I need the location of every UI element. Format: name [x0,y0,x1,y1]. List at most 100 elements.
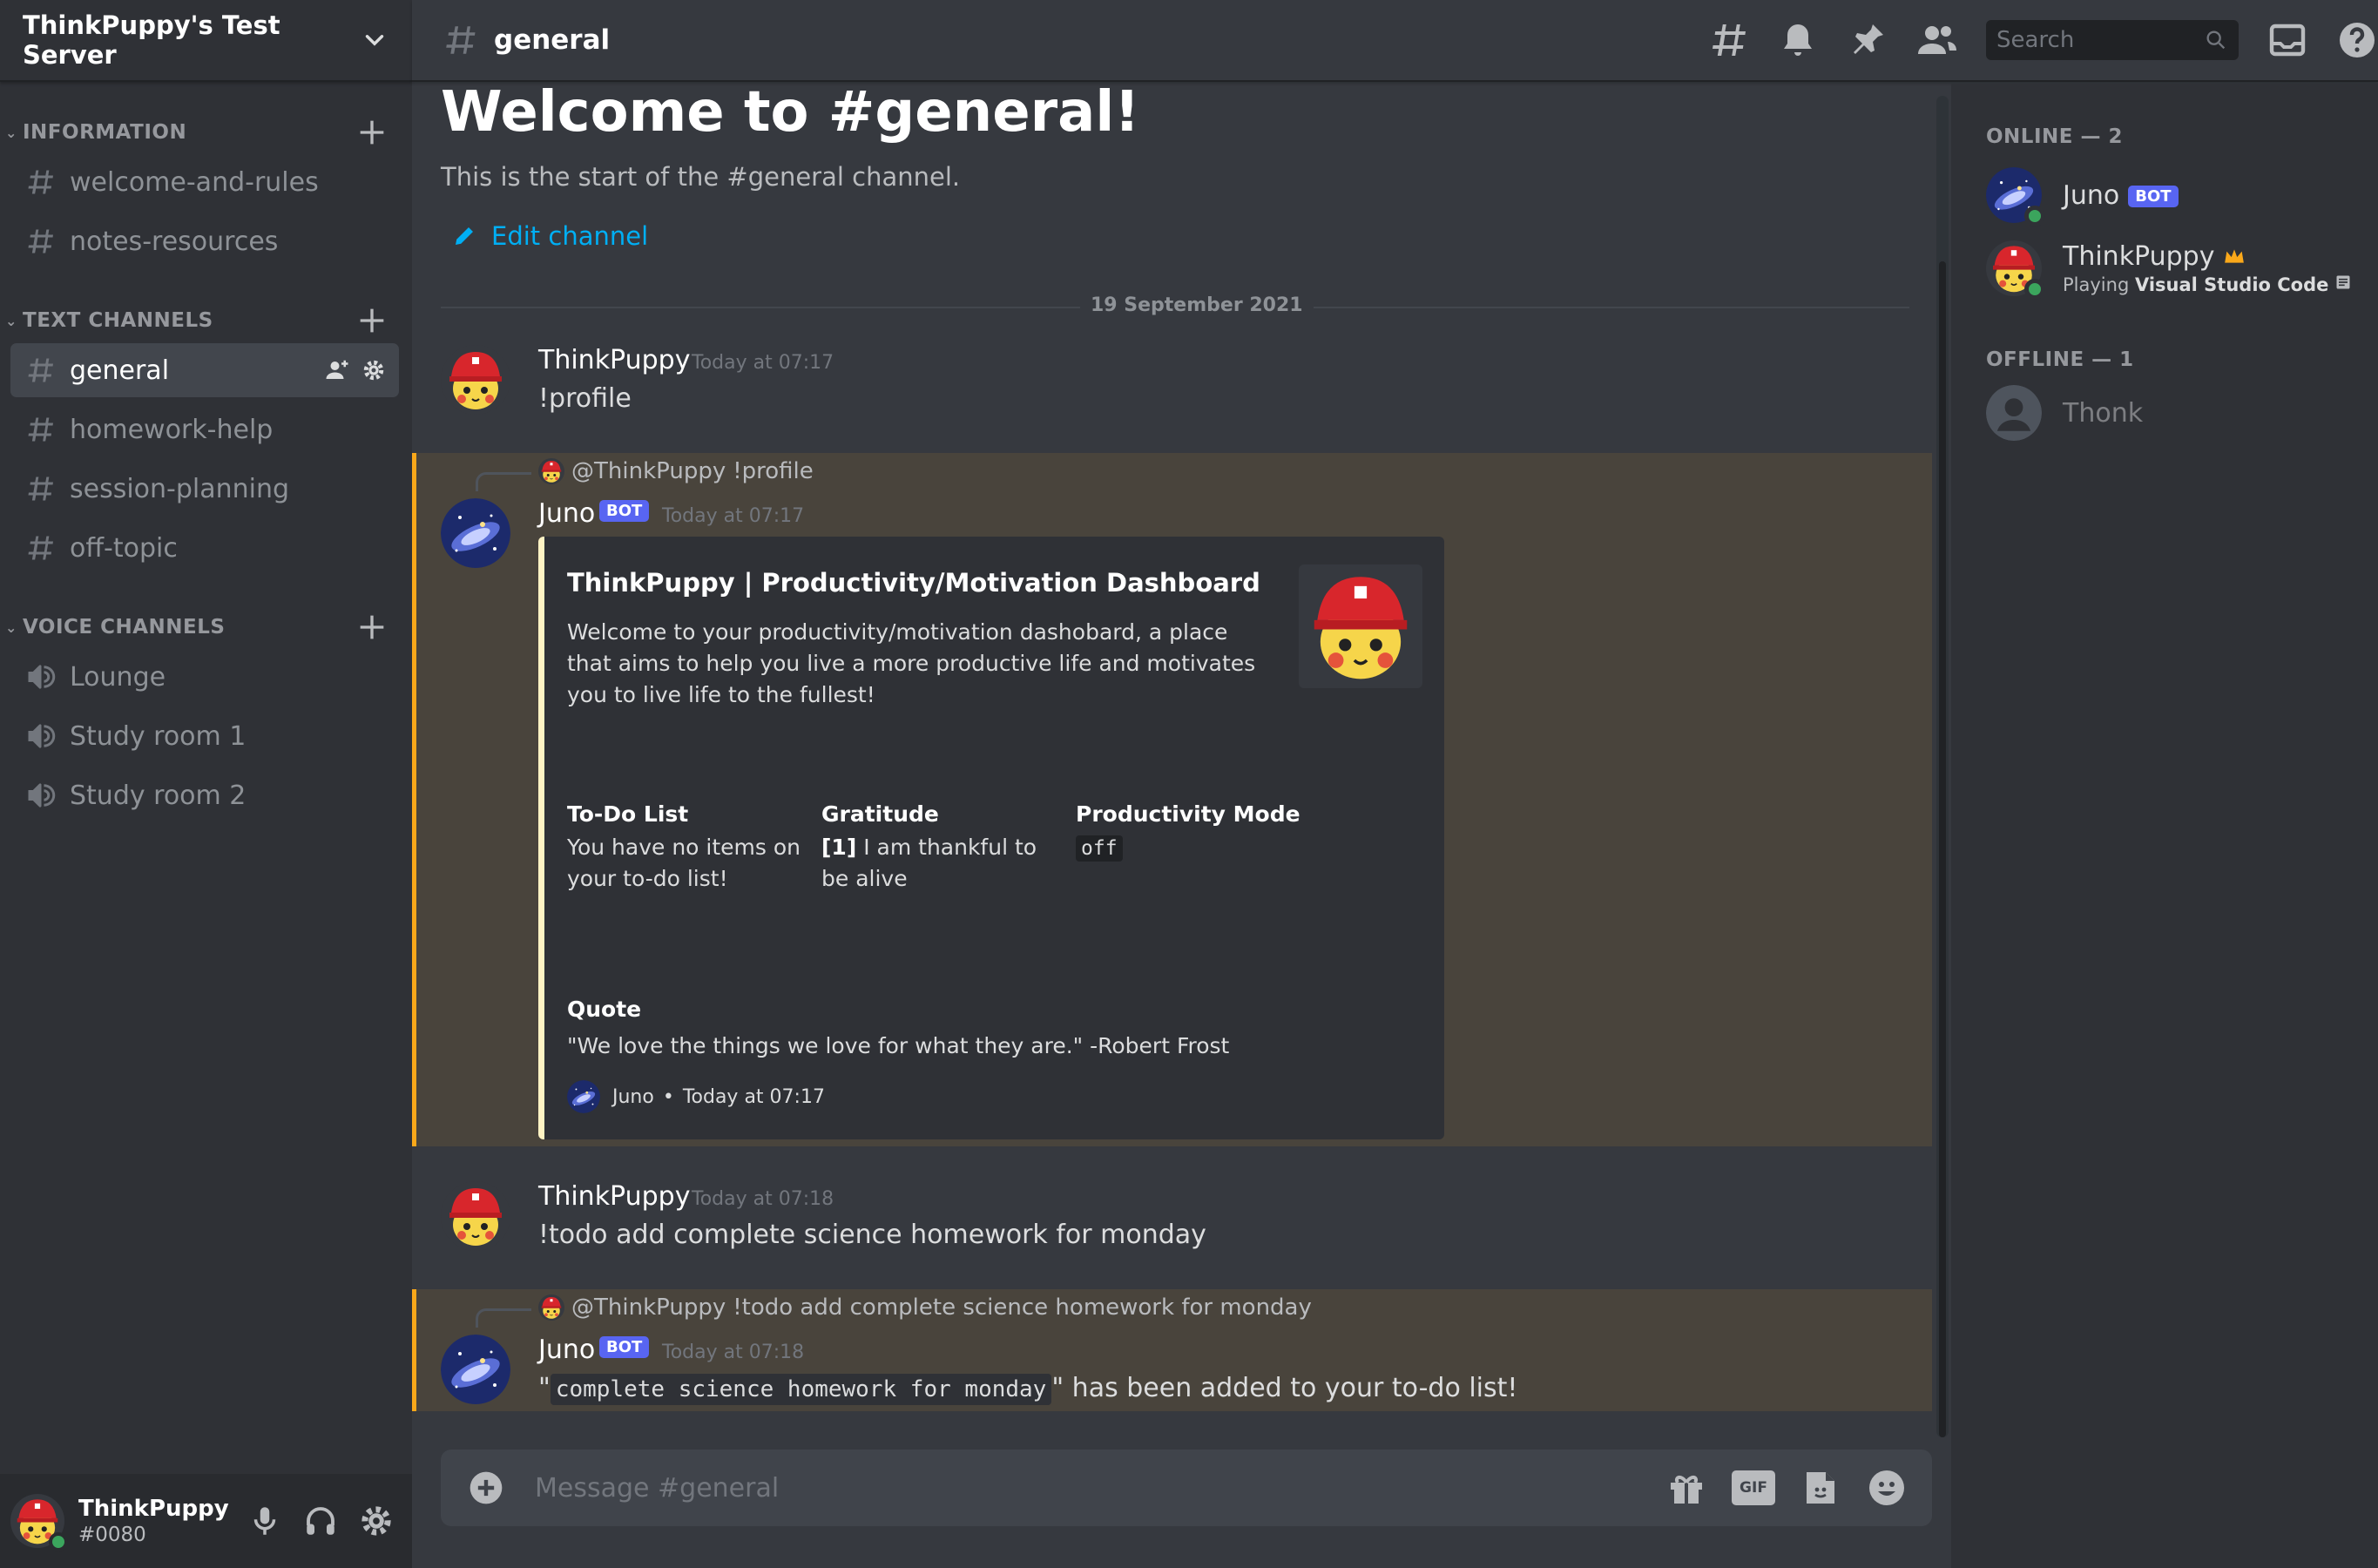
footer-author: Juno [612,1085,654,1108]
online-status-dot [2024,206,2045,226]
category-label: VOICE CHANNELS [23,616,226,639]
channel-session-planning[interactable]: session-planning [10,462,399,516]
hash-icon [24,355,56,386]
user-settings-gear-icon[interactable] [358,1503,395,1539]
avatar[interactable] [441,498,510,568]
todo-item-code: complete science homework for monday [550,1374,1052,1405]
threads-icon[interactable] [1707,19,1749,61]
avatar[interactable] [10,1494,68,1551]
headphones-icon[interactable] [302,1503,339,1539]
search-icon [2206,30,2226,50]
channel-welcome-and-rules[interactable]: welcome-and-rules [10,155,399,209]
message-timestamp: Today at 07:18 [692,1188,834,1210]
channel-settings-gear-icon[interactable] [361,357,387,383]
category-voice-channels[interactable]: ⌄ VOICE CHANNELS [0,610,412,645]
notification-bell-icon[interactable] [1777,19,1819,61]
embed-thumbnail[interactable] [1299,564,1422,688]
online-status-dot [49,1532,68,1551]
create-channel-plus-icon[interactable] [355,610,389,645]
avatar[interactable] [441,1335,510,1404]
member-thinkpuppy[interactable]: ThinkPuppy Playing Visual Studio Code [1986,240,2352,300]
embed-field-gratitude: Gratitude [1] I am thankful to be alive [821,801,1065,895]
speaker-icon [24,780,56,811]
embed-footer: Juno • Today at 07:17 [567,1080,825,1113]
search-placeholder: Search [1996,27,2075,53]
field-name: Gratitude [821,801,939,827]
message-text: " complete science homework for monday " h… [538,1373,1518,1405]
embed-title: ThinkPuppy | Productivity/Motivation Das… [567,568,1260,598]
create-channel-plus-icon[interactable] [355,303,389,338]
reply-preview[interactable]: @ThinkPuppy !todo add complete science h… [538,1294,1312,1321]
message-author[interactable]: ThinkPuppy [538,1181,690,1212]
mode-code: off [1076,835,1123,862]
caret-down-icon: ⌄ [5,312,17,329]
bot-badge: BOT [599,500,650,522]
gratitude-index: [1] [821,835,857,860]
edit-channel-link[interactable]: Edit channel [451,221,648,251]
pin-icon[interactable] [1847,19,1888,61]
sticker-icon[interactable] [1800,1467,1841,1509]
footer-avatar [567,1080,600,1113]
member-thonk[interactable]: Thonk [1986,385,2143,441]
edit-channel-label: Edit channel [491,221,649,251]
avatar[interactable] [441,345,510,415]
channel-label: session-planning [70,473,290,504]
speaker-icon [24,720,56,752]
member-juno[interactable]: Juno BOT [1986,167,2179,226]
hash-icon [24,532,56,564]
message-text-after: " has been added to your to-do list! [1051,1373,1518,1403]
reply-spine [476,472,531,491]
footer-separator: • [662,1085,674,1108]
gif-button[interactable]: GIF [1732,1470,1775,1505]
search-box[interactable]: Search [1986,20,2239,60]
message-input[interactable]: Message #general [535,1473,1665,1504]
member-list-icon[interactable] [1916,19,1958,61]
message-timestamp: Today at 07:18 [662,1342,805,1363]
reply-preview[interactable]: @ThinkPuppy !profile [538,458,814,484]
caret-down-icon: ⌄ [5,618,17,636]
message-composer[interactable]: Message #general GIF [441,1450,1932,1526]
pencil-icon [456,227,473,245]
message-author[interactable]: ThinkPuppy [538,345,690,375]
member-name-text: Juno [2063,179,2120,211]
invite-user-icon[interactable] [324,357,350,383]
category-label: TEXT CHANNELS [23,309,213,332]
scrollbar-thumb[interactable] [1939,261,1946,1437]
voice-channel-lounge[interactable]: Lounge [10,650,399,704]
message-author[interactable]: Juno [538,498,595,529]
help-icon[interactable] [2336,19,2378,61]
category-information[interactable]: ⌄ INFORMATION [0,115,412,150]
field-name: To-Do List [567,801,689,827]
reply-spine [476,1308,531,1328]
emoji-icon[interactable] [1866,1467,1908,1509]
create-channel-plus-icon[interactable] [355,115,389,150]
channel-label: Study room 1 [70,720,247,752]
avatar[interactable] [441,1181,510,1251]
hash-icon [442,22,478,58]
server-name: ThinkPuppy's Test Server [23,10,280,70]
channel-sidebar: ThinkPuppy's Test Server ⌄ INFORMATION w… [0,0,412,1568]
field-value: off [1076,832,1320,864]
microphone-icon[interactable] [247,1503,283,1539]
channel-general[interactable]: general [10,343,399,397]
crown-icon [2225,249,2244,263]
reply-mention: @ThinkPuppy [571,458,726,484]
user-panel: ThinkPuppy #0080 [0,1474,412,1568]
category-text-channels[interactable]: ⌄ TEXT CHANNELS [0,303,412,338]
voice-channel-study-room-1[interactable]: Study room 1 [10,709,399,763]
username: ThinkPuppy [78,1496,229,1522]
reply-mention: @ThinkPuppy [571,1294,726,1321]
speaker-icon [24,661,56,693]
message-author[interactable]: Juno [538,1335,595,1365]
server-header[interactable]: ThinkPuppy's Test Server [0,0,412,82]
channel-title: general [494,24,611,56]
voice-channel-study-room-2[interactable]: Study room 2 [10,768,399,822]
add-attachment-icon[interactable] [467,1469,505,1507]
inbox-icon[interactable] [2267,19,2308,61]
channel-homework-help[interactable]: homework-help [10,402,399,456]
channel-label: welcome-and-rules [70,166,319,198]
chevron-down-icon[interactable] [360,25,389,55]
channel-off-topic[interactable]: off-topic [10,521,399,575]
channel-notes-resources[interactable]: notes-resources [10,214,399,268]
gift-icon[interactable] [1665,1467,1707,1509]
